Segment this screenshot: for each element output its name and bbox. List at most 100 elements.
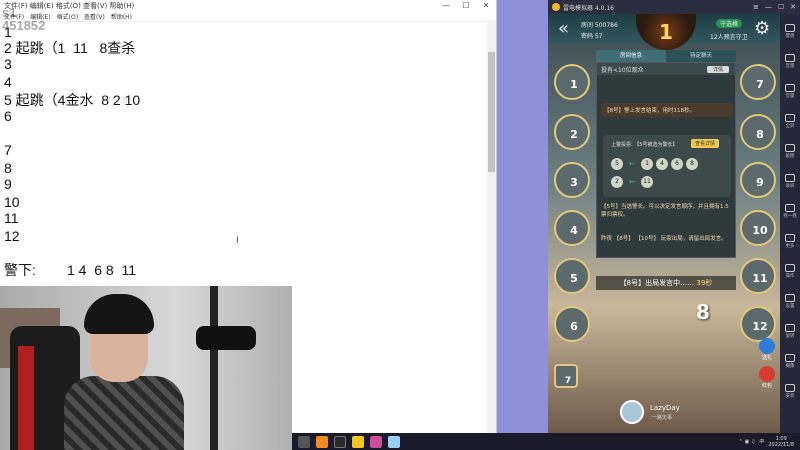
room-number: 房间 500786: [581, 22, 618, 29]
game-mode: 12人预言守卫: [710, 34, 748, 41]
tool-keyboard[interactable]: 键盘: [782, 24, 798, 39]
seat-number: 1: [570, 78, 578, 91]
speaking-banner: 【8号】出局发言中…… 39秒: [596, 276, 736, 290]
my-name: LazyDay: [650, 404, 680, 412]
seat-number: 10: [752, 224, 768, 237]
tool-volume-down[interactable]: 音量: [782, 84, 798, 99]
tab-chat[interactable]: 待定聊天: [666, 50, 736, 62]
emulator-logo-icon: [552, 3, 560, 11]
player-seat[interactable]: 9: [740, 162, 776, 198]
volume-up-icon: [785, 54, 795, 62]
taskbar: ⌃ ▣ ♫ 中 1:09 2022/11/8: [292, 433, 800, 450]
view-details-button[interactable]: 查看详情: [691, 139, 720, 148]
vote-row: 5 ← 1 4 6 8: [611, 157, 698, 171]
vote-result-card: 上警投票: 【5号被选为警长】 查看详情 5 ← 1 4 6 8 2 ← 11: [603, 135, 731, 197]
tool-fullscreen[interactable]: 全屏: [782, 114, 798, 129]
app-icon[interactable]: [316, 435, 328, 448]
minimize-button[interactable]: —: [436, 0, 456, 12]
camera-icon: [785, 354, 795, 362]
voted-number: 1: [641, 158, 653, 170]
player-seat[interactable]: 11: [740, 258, 776, 294]
voted-number: 6: [671, 158, 683, 170]
seat-number: 7: [564, 376, 572, 386]
emulator-minimize-button[interactable]: —: [765, 3, 772, 11]
text-line: 6: [4, 108, 12, 124]
bottom-left-seat[interactable]: 7: [554, 364, 578, 388]
streamer-hair: [84, 294, 154, 334]
app-icon[interactable]: [334, 435, 346, 448]
start-icon[interactable]: [298, 435, 310, 448]
tray-icons[interactable]: ⌃ ▣ ♫: [739, 439, 756, 445]
tool-screenshot[interactable]: 截图: [782, 144, 798, 159]
tool-operate[interactable]: 操作: [782, 264, 798, 279]
speaking-countdown: 39秒: [696, 279, 713, 287]
vertical-scrollbar[interactable]: [487, 22, 496, 433]
back-icon[interactable]: «: [558, 18, 569, 39]
board-tabs: 房间信息 待定聊天: [596, 50, 736, 62]
player-seat[interactable]: 7: [740, 64, 776, 100]
close-button[interactable]: ✕: [476, 0, 496, 12]
red-packet-icon: [759, 366, 775, 382]
seat-number: 8: [756, 128, 764, 141]
text-line: 警下: 1 4 6 8 11: [4, 262, 137, 278]
speaking-text: 【8号】出局发言中……: [619, 279, 695, 287]
gift-button[interactable]: 送礼: [756, 338, 778, 361]
message-board: 投有<10位观众 详情 【8号】警上发言结束，用时118秒。 上警投票: 【5号…: [596, 62, 736, 258]
gear-icon[interactable]: ⚙: [754, 18, 770, 39]
player-seat[interactable]: 2: [554, 114, 590, 150]
ibeam-cursor-icon: I: [236, 236, 239, 246]
clock-date: 2022/11/8: [768, 441, 794, 448]
menu-format[interactable]: 格式(O): [57, 12, 78, 21]
text-line: 5 起跳（4金水 8 2 10: [4, 92, 141, 108]
emulator-maximize-button[interactable]: ☐: [778, 3, 784, 11]
settings-icon: [785, 294, 795, 302]
player-seat[interactable]: 5: [554, 258, 590, 294]
more-icon: [785, 234, 795, 242]
tool-volume-up[interactable]: 音量: [782, 54, 798, 69]
input-language[interactable]: 中: [759, 438, 764, 445]
menu-view[interactable]: 查看(V): [84, 12, 105, 21]
seat-number: 9: [756, 176, 764, 189]
keyboard-icon: [785, 24, 795, 32]
notepad-app-icon[interactable]: [388, 435, 400, 448]
red-packet-button[interactable]: 红包: [756, 366, 778, 389]
cam-chair-stripe: [18, 346, 34, 450]
board-header: 投有<10位观众 详情: [597, 63, 735, 75]
voter-number: 5: [611, 158, 623, 170]
tool-camera[interactable]: 摄像: [782, 354, 798, 369]
emulator-close-button[interactable]: ✕: [790, 3, 796, 11]
player-seat[interactable]: 3: [554, 162, 590, 198]
tool-settings[interactable]: 设置: [782, 294, 798, 309]
clock[interactable]: 1:09 2022/11/8: [768, 436, 794, 448]
emulator-title: 雷电模拟器 4.0.16: [563, 4, 614, 12]
tool-more[interactable]: 更多: [782, 234, 798, 249]
player-seat[interactable]: 10: [740, 210, 776, 246]
notepad-title: 文件(F) 编辑(E) 格式(O) 查看(V) 帮助(H): [4, 2, 135, 10]
my-avatar: [620, 400, 644, 424]
tool-rotate[interactable]: 旋转: [782, 324, 798, 339]
room-password: 密码 57: [581, 33, 603, 40]
player-seat[interactable]: 4: [554, 210, 590, 246]
player-seat[interactable]: 8: [740, 114, 776, 150]
details-button[interactable]: 详情: [706, 65, 729, 73]
player-seat[interactable]: 12: [740, 306, 776, 342]
tool-install[interactable]: 安装: [782, 384, 798, 399]
maximize-button[interactable]: ☐: [456, 0, 476, 12]
player-seat[interactable]: 1: [554, 64, 590, 100]
emulator-titlebar: 雷电模拟器 4.0.16 ≡ — ☐ ✕: [548, 0, 800, 14]
tab-room-info[interactable]: 房间信息: [596, 50, 666, 62]
app-icon[interactable]: [370, 435, 382, 448]
tool-record[interactable]: 录屏: [782, 174, 798, 189]
notepad-text-area[interactable]: 1 2 起跳（1 11 8查杀 3 4 5 起跳（4金水 8 2 10 6 7 …: [4, 24, 488, 294]
text-line: 10: [4, 194, 20, 210]
emulator-app-icon[interactable]: [352, 435, 364, 448]
menu-help[interactable]: 帮助(H): [111, 12, 132, 21]
tool-shake[interactable]: 摇一摇: [782, 204, 798, 219]
seat-number: 12: [752, 320, 768, 333]
seat-number: 4: [570, 224, 578, 237]
player-seat[interactable]: 6: [554, 306, 590, 342]
shake-icon: [785, 204, 795, 212]
my-profile[interactable]: LazyDay 一路无事: [620, 400, 710, 424]
scrollbar-thumb[interactable]: [488, 52, 495, 172]
emulator-menu-button[interactable]: ≡: [753, 3, 759, 11]
